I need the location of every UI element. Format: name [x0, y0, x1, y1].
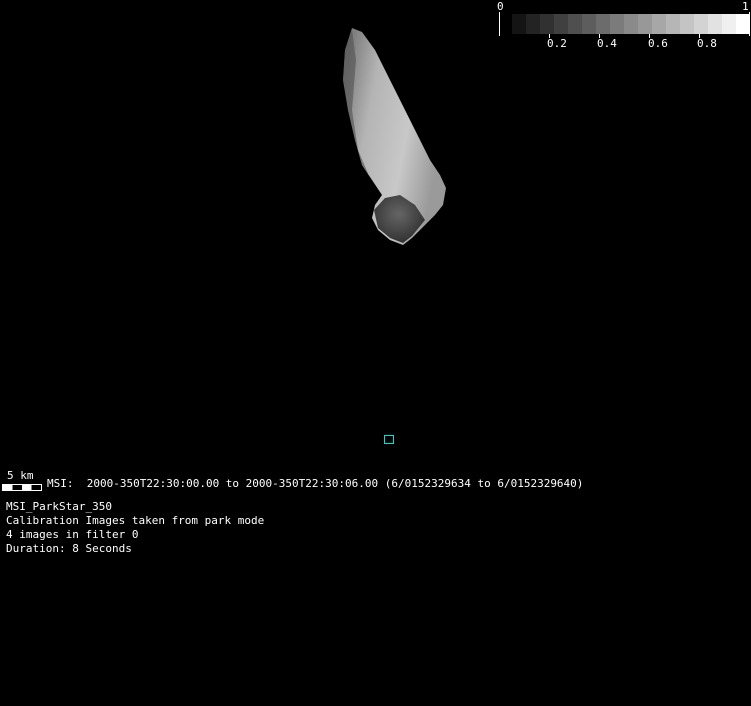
colorbar-step	[554, 14, 568, 34]
colorbar-step	[512, 14, 526, 34]
colorbar-step	[694, 14, 708, 34]
colorbar-tick-label: 0.6	[648, 37, 668, 50]
colorbar-step	[582, 14, 596, 34]
colorbar-step	[736, 14, 750, 34]
observation-duration: Duration: 8 Seconds	[6, 542, 132, 555]
colorbar-gradient	[512, 14, 750, 34]
colorbar-tick-label: 0.8	[697, 37, 717, 50]
colorbar-step	[540, 14, 554, 34]
observation-header: MSI: 2000-350T22:30:00.00 to 2000-350T22…	[47, 477, 584, 490]
colorbar-step	[526, 14, 540, 34]
target-marker	[384, 435, 394, 444]
colorbar-step	[722, 14, 736, 34]
colorbar-tick-label: 0.2	[547, 37, 567, 50]
observation-description: Calibration Images taken from park mode	[6, 514, 265, 527]
colorbar-step	[652, 14, 666, 34]
colorbar-step	[680, 14, 694, 34]
scale-bar	[2, 484, 42, 491]
colorbar-max-label: 1	[742, 0, 749, 13]
observation-name: MSI_ParkStar_350	[6, 500, 112, 513]
colorbar-step	[568, 14, 582, 34]
colorbar-tick-label: 0.4	[597, 37, 617, 50]
colorbar-step	[624, 14, 638, 34]
scale-bar-label: 5 km	[7, 469, 34, 482]
asteroid-image	[343, 28, 446, 245]
colorbar-step	[666, 14, 680, 34]
colorbar-step	[638, 14, 652, 34]
colorbar-step	[596, 14, 610, 34]
colorbar-step	[708, 14, 722, 34]
observation-image-count: 4 images in filter 0	[6, 528, 139, 541]
colorbar-min-label: 0	[497, 0, 504, 13]
colorbar-step	[610, 14, 624, 34]
